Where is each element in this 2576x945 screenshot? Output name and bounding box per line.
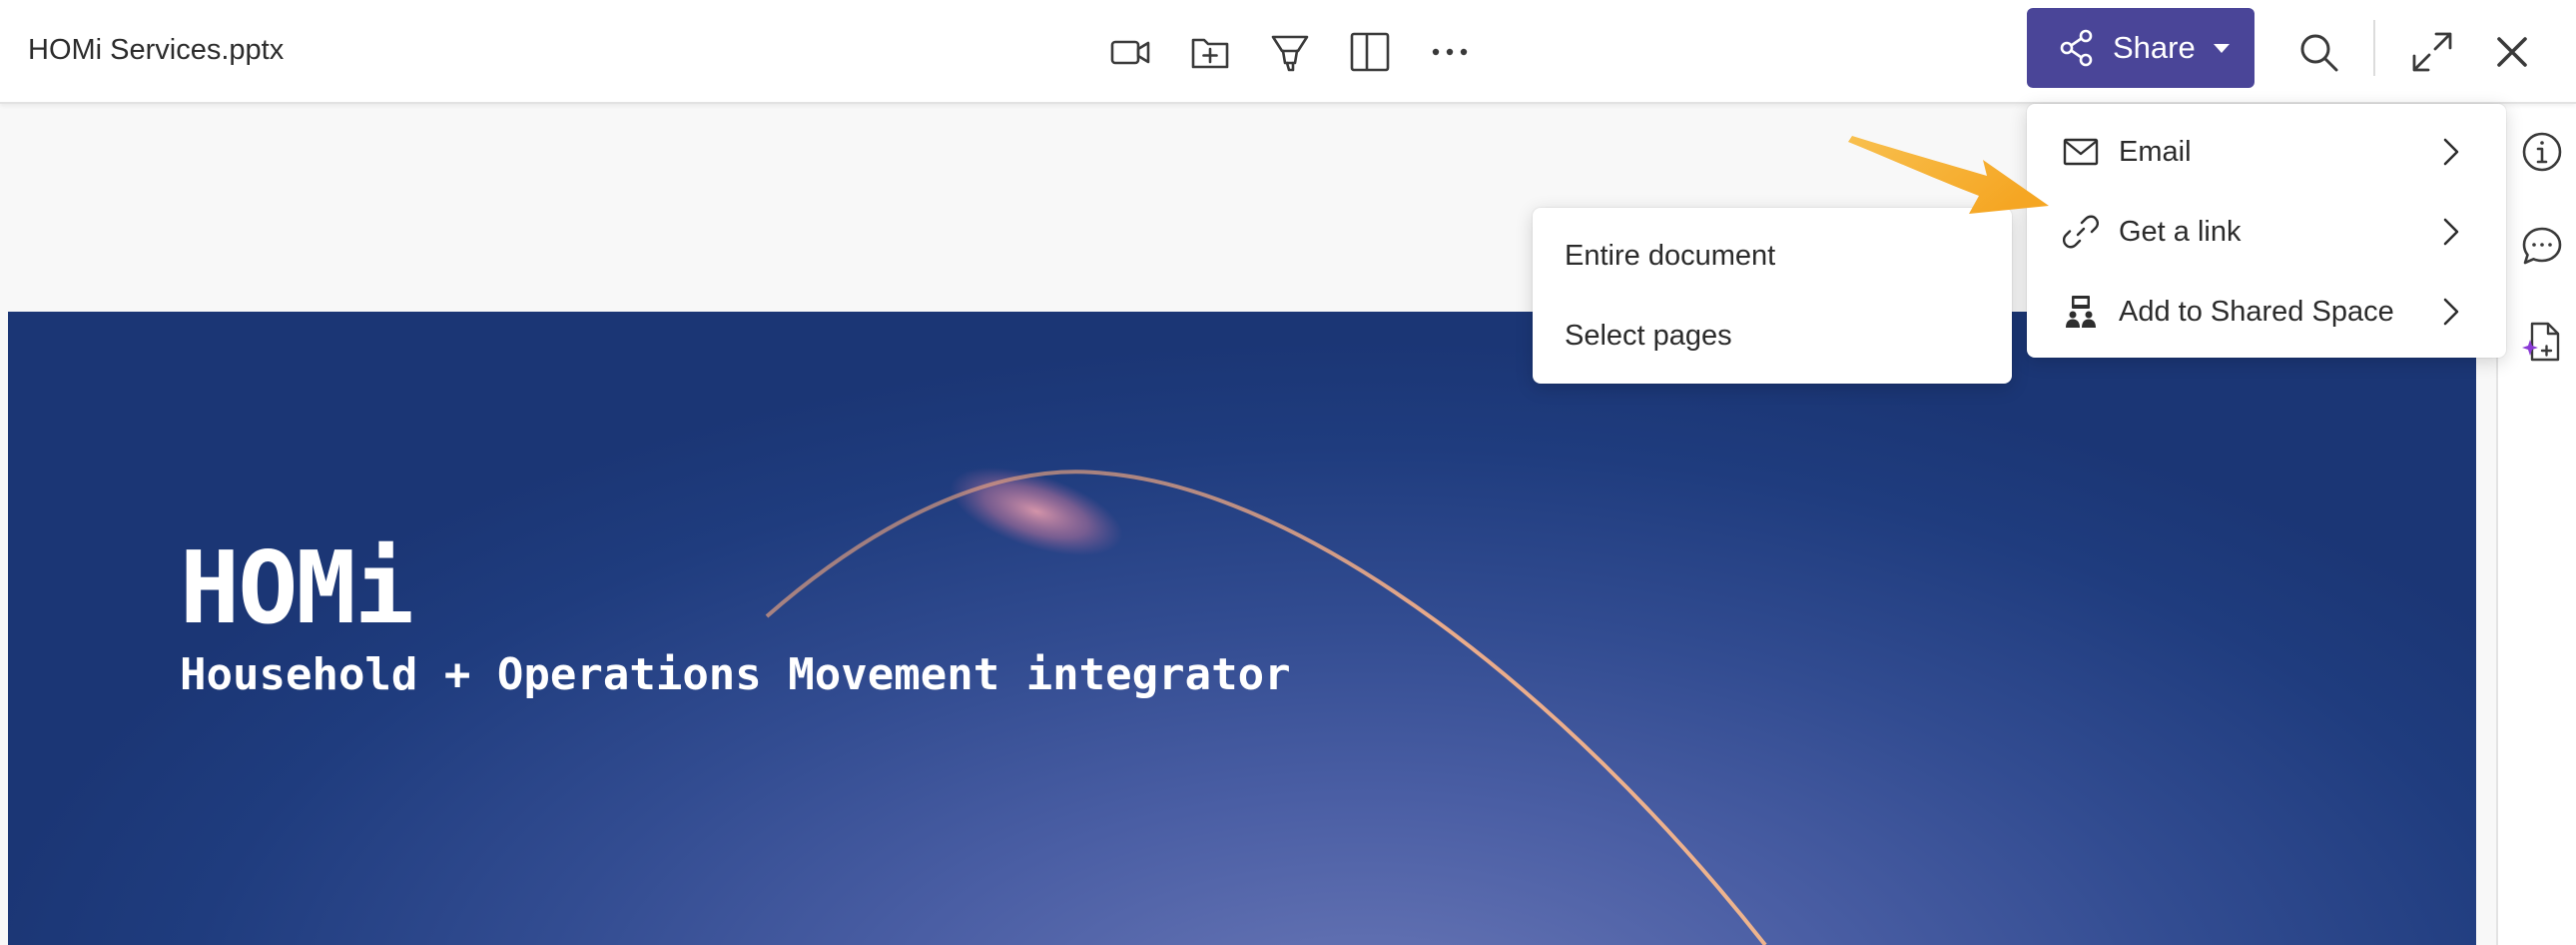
share-menu-item-add-to-shared-space[interactable]: Add to Shared Space [2027,272,2506,352]
slide: HOMi Household + Operations Movement int… [8,312,2476,945]
slide-title: HOMi [180,529,414,646]
sidebar-panel-icon[interactable] [1342,24,1398,80]
search-icon[interactable] [2290,24,2346,80]
ai-document-icon[interactable] [2518,318,2566,366]
share-menu-item-label: Add to Shared Space [2119,295,2394,328]
more-horizontal-icon[interactable] [1422,24,1478,80]
toolbar-divider [2373,20,2375,76]
top-toolbar: HOMi Services.pptx Share [0,0,2576,104]
highlighter-icon[interactable] [1262,24,1318,80]
slide-subtitle: Household + Operations Movement integrat… [180,649,1291,700]
annotation-arrow [1848,136,2049,214]
expand-arrows-icon[interactable] [2404,24,2460,80]
share-menu-item-email[interactable]: Email [2027,112,2506,192]
folder-plus-icon[interactable] [1182,24,1238,80]
right-rail [2496,104,2576,945]
caret-down-icon [2213,43,2230,53]
chevron-right-icon [2443,298,2459,326]
share-menu-item-get-a-link[interactable]: Get a link [2027,192,2506,272]
document-title: HOMi Services.pptx [28,34,285,66]
share-menu: Email Get a link Add to Shared Space [2027,104,2506,358]
close-icon[interactable] [2484,24,2540,80]
submenu-item-select-pages[interactable]: Select pages [1533,296,2012,376]
video-camera-icon[interactable] [1102,24,1158,80]
chevron-right-icon [2443,138,2459,166]
share-button-label: Share [2113,30,2196,65]
info-icon[interactable] [2518,128,2566,176]
get-link-submenu: Entire document Select pages [1533,208,2012,384]
chevron-right-icon [2443,218,2459,246]
shared-space-icon [2063,294,2099,330]
share-button[interactable]: Share [2027,8,2254,88]
share-nodes-icon [2057,28,2097,68]
share-menu-item-label: Get a link [2119,215,2242,248]
share-menu-item-label: Email [2119,135,2192,168]
comment-icon[interactable] [2518,222,2566,270]
